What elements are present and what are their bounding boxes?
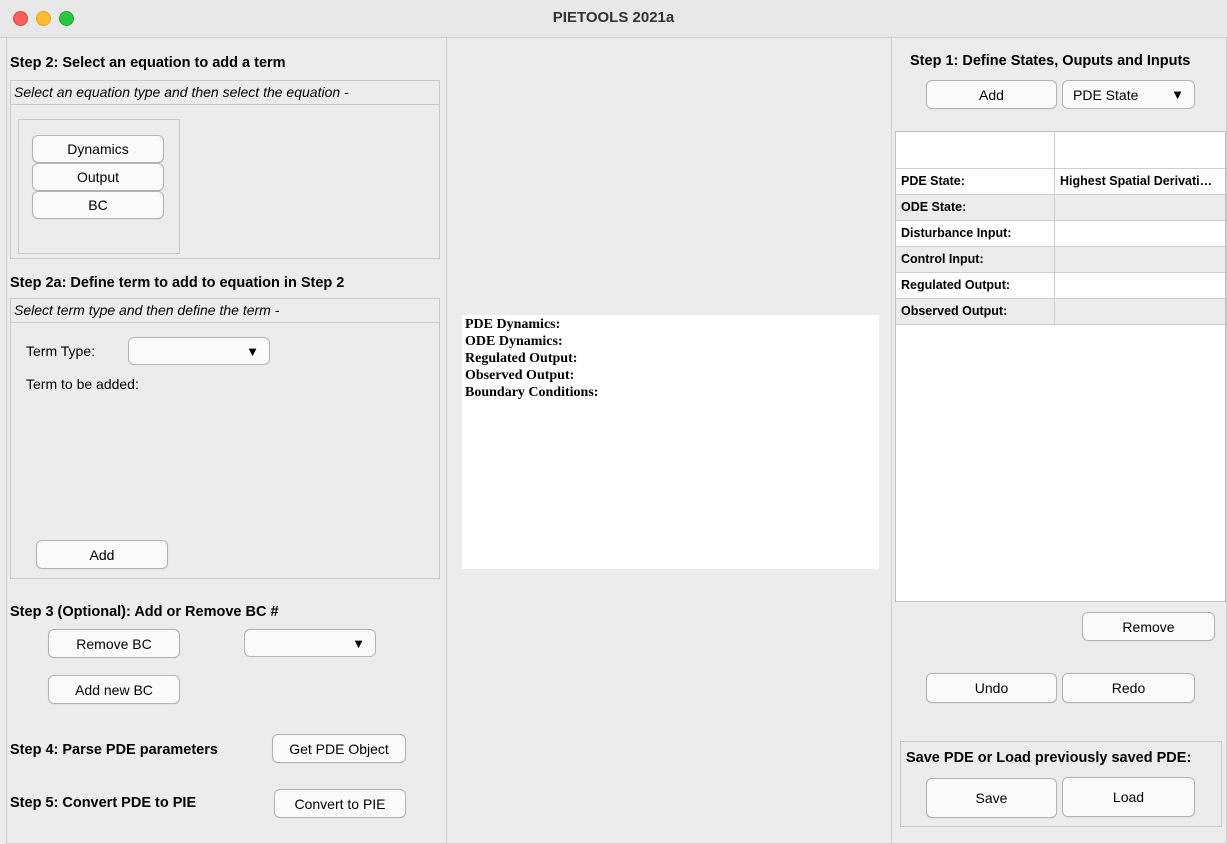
row-value-ode-state[interactable] (1055, 195, 1225, 221)
redo-button[interactable]: Redo (1062, 673, 1195, 703)
chevron-down-icon: ▼ (352, 635, 365, 651)
step2-separator (11, 104, 439, 105)
output-button[interactable]: Output (32, 163, 164, 191)
term-type-label: Term Type: (26, 343, 95, 359)
step2-heading: Step 2: Select an equation to add a term (10, 55, 286, 71)
row-label-observed-output: Observed Output: (896, 299, 1055, 325)
step5-label: Step 5: Convert PDE to PIE (10, 795, 197, 811)
bc-button[interactable]: BC (32, 191, 164, 219)
pde-summary-display: PDE Dynamics: ODE Dynamics: Regulated Ou… (462, 315, 879, 569)
table-row[interactable]: Disturbance Input: (896, 221, 1225, 247)
undo-button[interactable]: Undo (926, 673, 1057, 703)
row-value-control-input[interactable] (1055, 247, 1225, 273)
add-term-button[interactable]: Add (36, 540, 168, 569)
remove-state-button[interactable]: Remove (1082, 612, 1215, 641)
step2a-separator (11, 322, 439, 323)
row-value-pde-state[interactable]: Highest Spatial Derivati… (1055, 169, 1225, 195)
summary-regulated-output: Regulated Output: (465, 351, 578, 366)
bc-number-dropdown[interactable]: ▼ (244, 629, 376, 657)
states-table[interactable]: PDE State: Highest Spatial Derivati… ODE… (895, 131, 1226, 602)
step2a-heading: Step 2a: Define term to add to equation … (10, 275, 345, 291)
step1-heading: Step 1: Define States, Ouputs and Inputs (910, 53, 1191, 69)
table-header-cell (1055, 132, 1225, 169)
term-type-dropdown[interactable]: ▼ (128, 337, 270, 365)
row-label-regulated-output: Regulated Output: (896, 273, 1055, 299)
row-value-disturbance-input[interactable] (1055, 221, 1225, 247)
row-label-disturbance-input: Disturbance Input: (896, 221, 1055, 247)
table-row[interactable]: ODE State: (896, 195, 1225, 221)
row-label-pde-state: PDE State: (896, 169, 1055, 195)
row-value-regulated-output[interactable] (1055, 273, 1225, 299)
window-title: PIETOOLS 2021a (552, 9, 675, 26)
load-button[interactable]: Load (1062, 777, 1195, 817)
table-row[interactable]: Control Input: (896, 247, 1225, 273)
remove-bc-button[interactable]: Remove BC (48, 629, 180, 658)
chevron-down-icon: ▼ (246, 343, 259, 359)
summary-ode-dynamics: ODE Dynamics: (465, 334, 563, 349)
dynamics-button[interactable]: Dynamics (32, 135, 164, 163)
add-state-button[interactable]: Add (926, 80, 1057, 109)
summary-pde-dynamics: PDE Dynamics: (465, 317, 561, 332)
row-label-control-input: Control Input: (896, 247, 1055, 273)
state-type-dropdown[interactable]: PDE State ▼ (1062, 80, 1195, 109)
table-header-row (896, 132, 1225, 169)
step2-subtitle: Select an equation type and then select … (14, 84, 349, 100)
summary-boundary-conditions: Boundary Conditions: (465, 385, 599, 400)
term-to-add-label: Term to be added: (26, 376, 139, 392)
row-label-ode-state: ODE State: (896, 195, 1055, 221)
add-new-bc-button[interactable]: Add new BC (48, 675, 180, 704)
table-row[interactable]: Regulated Output: (896, 273, 1225, 299)
table-row[interactable]: Observed Output: (896, 299, 1225, 325)
step2a-subtitle: Select term type and then define the ter… (14, 302, 280, 318)
step3-heading: Step 3 (Optional): Add or Remove BC # (10, 604, 279, 620)
state-type-value: PDE State (1073, 86, 1139, 103)
convert-to-pie-button[interactable]: Convert to PIE (274, 789, 406, 818)
summary-observed-output: Observed Output: (465, 368, 575, 383)
save-button[interactable]: Save (926, 778, 1057, 818)
row-value-observed-output[interactable] (1055, 299, 1225, 325)
save-load-heading: Save PDE or Load previously saved PDE: (906, 750, 1192, 766)
table-row[interactable]: PDE State: Highest Spatial Derivati… (896, 169, 1225, 195)
table-header-cell (896, 132, 1055, 169)
chevron-down-icon: ▼ (1171, 87, 1184, 102)
step4-label: Step 4: Parse PDE parameters (10, 742, 218, 758)
get-pde-object-button[interactable]: Get PDE Object (272, 734, 406, 763)
